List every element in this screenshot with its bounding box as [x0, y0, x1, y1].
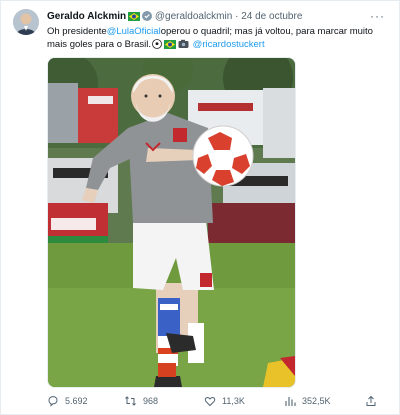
verified-icon — [142, 11, 153, 26]
views-button[interactable]: 352,5K — [284, 392, 331, 410]
mention-ricardostuckert[interactable]: @ricardostuckert — [193, 39, 265, 50]
mention-lulaoficial[interactable]: @LulaOficial — [107, 26, 161, 37]
author-handle[interactable]: @geraldoalckmin — [155, 11, 232, 22]
more-icon[interactable]: ··· — [370, 9, 385, 23]
tweet-header: Geraldo Alckmin @geraldoalckmin · 24 de … — [47, 10, 369, 24]
views-count: 352,5K — [302, 396, 331, 406]
reply-icon — [48, 396, 58, 407]
avatar[interactable] — [13, 9, 39, 35]
brazil-flag-icon — [128, 12, 141, 26]
retweet-icon — [125, 396, 136, 406]
soccer-ball-icon — [152, 39, 162, 53]
camera-icon — [178, 39, 189, 53]
retweet-button[interactable]: 968 — [124, 392, 158, 410]
views-icon — [285, 397, 296, 406]
like-icon — [204, 397, 216, 407]
retweet-count: 968 — [143, 396, 159, 406]
reply-button[interactable]: 5.692 — [47, 392, 88, 410]
tweet-text-part1: Oh presidente — [47, 26, 107, 37]
share-button[interactable] — [365, 392, 383, 410]
tweet-card[interactable]: Geraldo Alckmin @geraldoalckmin · 24 de … — [0, 0, 400, 415]
separator-dot: · — [235, 11, 239, 22]
tweet-actions: 5.692 968 11,3K 352,5K — [47, 392, 387, 410]
tweet-text: Oh presidente@LulaOficialoperou o quadri… — [47, 25, 387, 53]
author-name[interactable]: Geraldo Alckmin — [47, 11, 126, 22]
tweet-date[interactable]: 24 de octubre — [241, 11, 302, 22]
brazil-flag-icon — [164, 40, 177, 53]
like-count: 11,3K — [222, 396, 245, 406]
reply-count: 5.692 — [65, 396, 88, 406]
share-icon — [366, 395, 376, 406]
like-button[interactable]: 11,3K — [204, 392, 245, 410]
tweet-photo[interactable] — [47, 57, 296, 388]
